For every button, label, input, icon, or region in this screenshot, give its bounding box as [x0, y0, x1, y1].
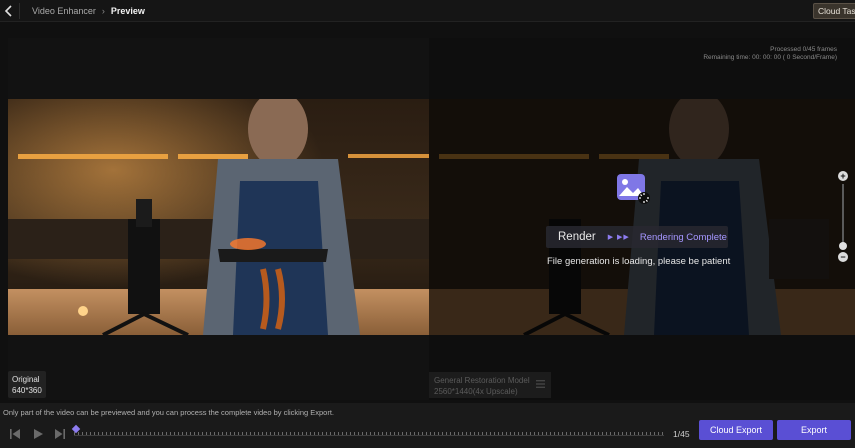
skip-forward-icon[interactable] [53, 427, 67, 441]
loading-message: File generation is loading, please be pa… [547, 256, 731, 267]
original-pane [8, 38, 429, 400]
skip-back-icon[interactable] [8, 427, 22, 441]
model-name: General Restoration Model [434, 376, 530, 385]
progress-arrows-icon: ▶ ▶▶ [607, 234, 630, 241]
breadcrumb-video-enhancer[interactable]: Video Enhancer [32, 6, 96, 16]
model-resolution: 2560*1440(4x Upscale) [434, 387, 518, 396]
zoom-track[interactable] [842, 184, 844, 248]
zoom-out-icon[interactable]: − [838, 252, 848, 262]
enhanced-pane: Processed 0/45 frames Remaining time: 00… [429, 38, 855, 400]
play-icon[interactable] [31, 427, 45, 441]
model-info: General Restoration Model 2560*1440(4x U… [429, 372, 551, 398]
export-notice: Only part of the video can be previewed … [3, 408, 335, 417]
render-label: Render [558, 231, 596, 243]
preview-stage: Processed 0/45 frames Remaining time: 00… [8, 38, 855, 400]
zoom-in-icon[interactable]: + [838, 171, 848, 181]
chevron-right-icon: › [101, 6, 105, 16]
original-resolution: 640*360 [12, 386, 42, 395]
zoom-slider[interactable]: + − [836, 168, 850, 264]
back-button[interactable] [0, 0, 18, 22]
zoom-handle[interactable] [839, 242, 847, 250]
original-label-text: Original [12, 375, 40, 384]
back-arrow-icon [4, 5, 12, 17]
timeline-track[interactable] [74, 435, 664, 436]
cloud-task-button[interactable]: Cloud Task [813, 3, 855, 19]
breadcrumb-preview: Preview [110, 6, 145, 16]
frame-counter: 1/45 [673, 429, 690, 439]
processing-stats: Processed 0/45 frames Remaining time: 00… [703, 46, 837, 62]
processed-frames-text: Processed 0/45 frames [770, 46, 837, 53]
breadcrumb: Video Enhancer › Preview [32, 0, 145, 22]
menu-icon[interactable] [536, 380, 545, 388]
original-video-frame [8, 99, 429, 335]
render-status-bar: Render ▶ ▶▶ Rendering Complete [546, 226, 728, 248]
render-status-text: Rendering Complete [639, 231, 727, 243]
divider [19, 3, 20, 19]
export-button[interactable]: Export [777, 420, 851, 440]
processing-overlay [429, 99, 855, 335]
image-render-icon [617, 174, 651, 204]
playback-bar: Only part of the video can be previewed … [0, 403, 855, 448]
enhanced-video-frame [429, 99, 855, 335]
remaining-time-text: Remaining time: 00: 00: 00 ( 0 Second/Fr… [703, 54, 837, 61]
original-info: Original 640*360 [8, 371, 46, 398]
top-bar: Video Enhancer › Preview Cloud Task [0, 0, 855, 22]
cloud-export-button[interactable]: Cloud Export [699, 420, 773, 440]
